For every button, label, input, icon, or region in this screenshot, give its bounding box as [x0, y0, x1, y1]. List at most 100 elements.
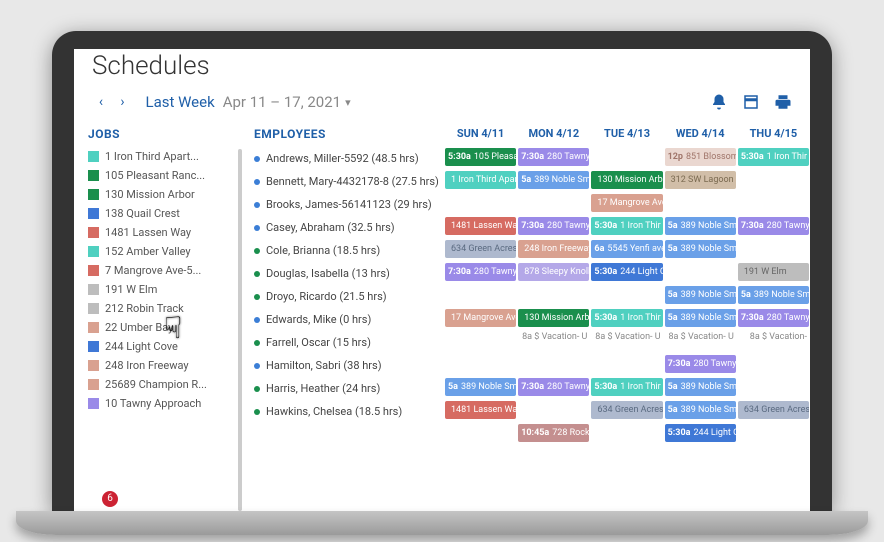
- notification-badge[interactable]: 6: [102, 491, 118, 507]
- print-icon[interactable]: [774, 93, 792, 111]
- employee-item[interactable]: Droyo, Ricardo (21.5 hrs): [254, 285, 444, 308]
- job-chip[interactable]: 17 Mangrove Ave: [591, 194, 662, 212]
- schedule-cell[interactable]: [444, 286, 517, 306]
- job-item[interactable]: 22 Umber Bay: [88, 318, 244, 337]
- schedule-cell[interactable]: [737, 171, 810, 191]
- job-chip[interactable]: 5:30a1 Iron Thir: [591, 378, 662, 396]
- employee-item[interactable]: Douglas, Isabella (13 hrs): [254, 262, 444, 285]
- employee-item[interactable]: Harris, Heather (24 hrs): [254, 377, 444, 400]
- job-chip[interactable]: 130 Mission Arbo: [518, 309, 589, 327]
- schedule-cell[interactable]: 5a389 Noble Sm: [664, 309, 737, 329]
- job-item[interactable]: 1 Iron Third Apart...: [88, 147, 244, 166]
- schedule-cell[interactable]: 7:30a280 Tawny: [517, 148, 590, 168]
- schedule-cell[interactable]: 248 Iron Freeway: [517, 240, 590, 260]
- schedule-cell[interactable]: 5a389 Noble Sm: [664, 286, 737, 306]
- schedule-cell[interactable]: 5:30a1 Iron Thir: [737, 148, 810, 168]
- job-chip[interactable]: 5a389 Noble Sm: [665, 401, 736, 419]
- job-chip[interactable]: 1481 Lassen Way: [445, 217, 516, 235]
- schedule-cell[interactable]: 5:30a244 Light C: [664, 424, 737, 444]
- schedule-cell[interactable]: 5a389 Noble Sm: [737, 286, 810, 306]
- schedule-cell[interactable]: 5a389 Noble Sm: [664, 401, 737, 421]
- job-chip[interactable]: 191 W Elm: [738, 263, 809, 281]
- job-chip[interactable]: 5:30a244 Light C: [591, 263, 662, 281]
- date-range-label[interactable]: Last Week: [145, 93, 214, 111]
- schedule-cell[interactable]: 5:30a244 Light C: [590, 263, 663, 283]
- employee-item[interactable]: Brooks, James-56141123 (29 hrs): [254, 193, 444, 216]
- job-item[interactable]: 138 Quail Crest: [88, 204, 244, 223]
- calendar-icon[interactable]: [742, 93, 760, 111]
- schedule-cell[interactable]: 17 Mangrove Ave: [590, 194, 663, 214]
- job-item[interactable]: 191 W Elm: [88, 280, 244, 299]
- job-chip[interactable]: 7:30a280 Tawny: [518, 148, 589, 166]
- job-chip[interactable]: 5a389 Noble Sm: [665, 286, 736, 304]
- schedule-cell[interactable]: 5a389 Noble Sm: [664, 378, 737, 398]
- employee-item[interactable]: Edwards, Mike (0 hrs): [254, 308, 444, 331]
- schedule-cell[interactable]: [444, 424, 517, 444]
- schedule-cell[interactable]: [737, 378, 810, 398]
- job-chip[interactable]: 5a389 Noble Sm: [518, 171, 589, 189]
- schedule-cell[interactable]: 6a5545 Yenfi ave: [590, 240, 663, 260]
- schedule-cell[interactable]: [590, 286, 663, 306]
- job-chip[interactable]: 7:30a280 Tawny: [518, 217, 589, 235]
- schedule-cell[interactable]: [517, 401, 590, 421]
- schedule-cell[interactable]: [590, 424, 663, 444]
- schedule-cell[interactable]: 1481 Lassen Way: [444, 401, 517, 421]
- job-item[interactable]: 248 Iron Freeway: [88, 356, 244, 375]
- job-chip[interactable]: 7:30a280 Tawny: [665, 355, 736, 373]
- schedule-cell[interactable]: 191 W Elm: [737, 263, 810, 283]
- job-chip[interactable]: 5a389 Noble Sm: [665, 309, 736, 327]
- schedule-cell[interactable]: 312 SW Lagoon C: [664, 171, 737, 191]
- schedule-cell[interactable]: [737, 194, 810, 214]
- employee-item[interactable]: Andrews, Miller-5592 (48.5 hrs): [254, 147, 444, 170]
- schedule-cell[interactable]: 634 Green Acres: [590, 401, 663, 421]
- job-chip[interactable]: 7:30a280 Tawny: [518, 378, 589, 396]
- employee-item[interactable]: Hamilton, Sabri (38 hrs): [254, 354, 444, 377]
- job-chip[interactable]: 634 Green Acres: [591, 401, 662, 419]
- employee-item[interactable]: Cole, Brianna (18.5 hrs): [254, 239, 444, 262]
- schedule-cell[interactable]: 878 Sleepy Knoll: [517, 263, 590, 283]
- job-chip[interactable]: 634 Green Acres: [738, 401, 809, 419]
- job-chip[interactable]: 5a389 Noble Sm: [665, 378, 736, 396]
- schedule-cell[interactable]: 7:30a280 Tawny: [737, 309, 810, 329]
- scrollbar[interactable]: [238, 149, 242, 511]
- job-chip[interactable]: 634 Green Acres: [445, 240, 516, 258]
- job-chip[interactable]: 1 Iron Third Apar: [445, 171, 516, 189]
- schedule-cell[interactable]: 5:30a1 Iron Thir: [590, 217, 663, 237]
- day-header[interactable]: THU 4/15: [737, 123, 810, 146]
- day-header[interactable]: WED 4/14: [664, 123, 737, 146]
- job-chip[interactable]: 12p851 Blossom: [665, 148, 736, 166]
- schedule-cell[interactable]: [444, 194, 517, 214]
- schedule-cell[interactable]: [517, 286, 590, 306]
- schedule-cell[interactable]: 8a $ Vacation- U: [517, 332, 590, 352]
- job-chip[interactable]: 5:30a105 Pleasan: [445, 148, 516, 166]
- job-chip[interactable]: 5:30a1 Iron Thir: [591, 217, 662, 235]
- job-chip[interactable]: 248 Iron Freeway: [518, 240, 589, 258]
- schedule-cell[interactable]: 8a $ Vacation-: [737, 332, 810, 352]
- job-chip[interactable]: 878 Sleepy Knoll: [518, 263, 589, 281]
- schedule-cell[interactable]: [590, 355, 663, 375]
- prev-arrow-icon[interactable]: ‹: [92, 94, 110, 110]
- schedule-cell[interactable]: 8a $ Vacation- U: [664, 332, 737, 352]
- schedule-cell[interactable]: 130 Mission Arbo: [517, 309, 590, 329]
- day-header[interactable]: SUN 4/11: [444, 123, 517, 146]
- job-chip[interactable]: 5a389 Noble Sm: [445, 378, 516, 396]
- job-item[interactable]: 152 Amber Valley: [88, 242, 244, 261]
- schedule-cell[interactable]: [517, 355, 590, 375]
- schedule-cell[interactable]: 5a389 Noble Sm: [444, 378, 517, 398]
- schedule-cell[interactable]: 5a389 Noble Sm: [517, 171, 590, 191]
- job-chip[interactable]: 312 SW Lagoon C: [665, 171, 736, 189]
- job-chip[interactable]: 7:30a280 Tawny: [738, 217, 809, 235]
- job-item[interactable]: 7 Mangrove Ave-5...: [88, 261, 244, 280]
- schedule-cell[interactable]: 5:30a1 Iron Thir: [590, 378, 663, 398]
- schedule-cell[interactable]: 10:45a728 Rocky: [517, 424, 590, 444]
- job-chip[interactable]: 5:30a1 Iron Thir: [738, 148, 809, 166]
- job-chip[interactable]: 5:30a1 Iron Thir: [591, 309, 662, 327]
- job-chip[interactable]: 17 Mangrove Ave: [445, 309, 516, 327]
- schedule-cell[interactable]: 7:30a280 Tawny: [444, 263, 517, 283]
- schedule-cell[interactable]: 130 Mission Arbo: [590, 171, 663, 191]
- schedule-cell[interactable]: 12p851 Blossom: [664, 148, 737, 168]
- schedule-cell[interactable]: [664, 194, 737, 214]
- schedule-cell[interactable]: [590, 148, 663, 168]
- schedule-cell[interactable]: [517, 194, 590, 214]
- next-arrow-icon[interactable]: ›: [113, 94, 131, 110]
